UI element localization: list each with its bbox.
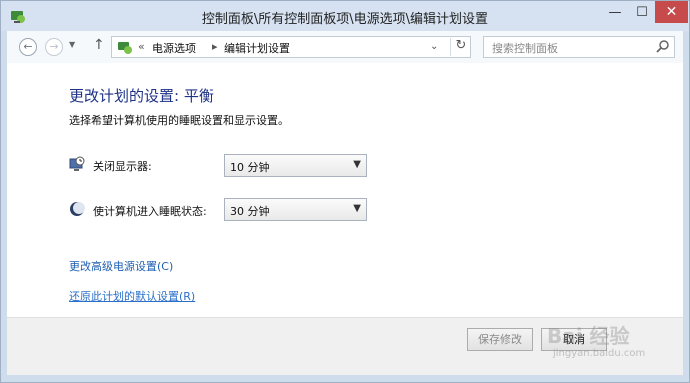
turn-off-display-label: 关闭显示器:: [93, 160, 152, 173]
sleep-value: 30 分钟: [230, 205, 270, 218]
address-bar[interactable]: « 电源选项 ▸ 编辑计划设置 ⌄ ↻: [111, 36, 471, 58]
chevron-down-icon: ▼: [353, 159, 361, 170]
breadcrumb-edit-plan[interactable]: 编辑计划设置: [224, 40, 290, 56]
advanced-power-settings-link[interactable]: 更改高级电源设置(C): [69, 258, 173, 274]
turn-off-display-value: 10 分钟: [230, 161, 270, 174]
window-title: 控制面板\所有控制面板项\电源选项\编辑计划设置: [201, 12, 489, 27]
chevron-down-icon: ▼: [353, 203, 361, 214]
back-arrow-icon[interactable]: ←: [19, 38, 37, 56]
search-box[interactable]: 搜索控制面板: [483, 36, 675, 58]
search-input[interactable]: 搜索控制面板: [492, 40, 558, 56]
forward-arrow-icon[interactable]: →: [45, 38, 63, 56]
address-dropdown-icon[interactable]: ⌄: [430, 41, 438, 52]
breadcrumb-chevron-icon[interactable]: ▸: [212, 40, 218, 53]
turn-off-display-select[interactable]: 10 分钟 ▼: [224, 154, 367, 177]
control-panel-window: 控制面板\所有控制面板项\电源选项\编辑计划设置 — ☐ ✕ ← → ▼ ↑ «…: [0, 0, 690, 383]
up-arrow-icon[interactable]: ↑: [93, 37, 105, 53]
maximize-button[interactable]: ☐: [629, 1, 655, 23]
footer-bar: 保存修改 取消 Bai 经验 jingyan.baidu.com: [7, 317, 683, 375]
recent-locations-dropdown-icon[interactable]: ▼: [69, 40, 75, 49]
monitor-clock-icon: [69, 156, 85, 171]
page-title: 更改计划的设置: 平衡: [69, 87, 214, 105]
minimize-button[interactable]: —: [601, 1, 629, 23]
save-changes-button[interactable]: 保存修改: [467, 328, 533, 351]
sleep-moon-icon: [70, 202, 85, 216]
watermark-url: jingyan.baidu.com: [553, 348, 646, 359]
control-panel-icon: [118, 42, 132, 54]
watermark-logo: Bai 经验: [547, 324, 630, 348]
close-button[interactable]: ✕: [655, 1, 688, 23]
search-icon[interactable]: [656, 39, 670, 53]
restore-defaults-link[interactable]: 还原此计划的默认设置(R): [69, 288, 195, 304]
refresh-icon[interactable]: ↻: [450, 38, 471, 56]
page-subtitle: 选择希望计算机使用的睡眠设置和显示设置。: [69, 114, 289, 127]
sleep-select[interactable]: 30 分钟 ▼: [224, 198, 367, 221]
sleep-label: 使计算机进入睡眠状态:: [93, 205, 207, 218]
navigation-bar: ← → ▼ ↑ « 电源选项 ▸ 编辑计划设置 ⌄ ↻ 搜索控制面板: [7, 31, 683, 63]
breadcrumb-power-options[interactable]: 电源选项: [152, 40, 196, 56]
breadcrumb-overflow-icon[interactable]: «: [138, 40, 145, 53]
title-bar[interactable]: 控制面板\所有控制面板项\电源选项\编辑计划设置 — ☐ ✕: [1, 1, 689, 31]
main-content: 更改计划的设置: 平衡 选择希望计算机使用的睡眠设置和显示设置。 关闭显示器: …: [7, 63, 683, 317]
